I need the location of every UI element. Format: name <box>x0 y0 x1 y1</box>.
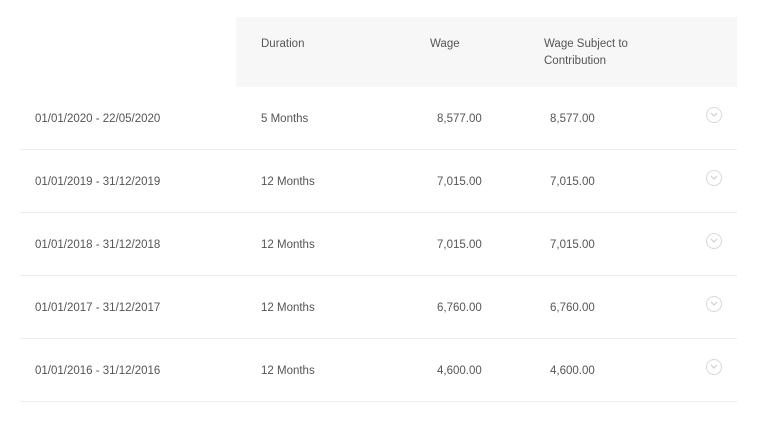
period-cell: 01/01/2020 - 22/05/2020 <box>35 113 161 125</box>
wage-cell: 8,577.00 <box>437 113 482 125</box>
duration-cell: 12 Months <box>261 365 315 377</box>
header-duration: Duration <box>261 38 305 50</box>
wage-subject-cell: 6,760.00 <box>550 302 595 314</box>
table-row: 01/01/2016 - 31/12/2016 12 Months 4,600.… <box>20 339 737 402</box>
wage-cell: 4,600.00 <box>437 365 482 377</box>
wage-subject-cell: 7,015.00 <box>550 176 595 188</box>
chevron-down-icon[interactable] <box>706 296 722 312</box>
wage-cell: 7,015.00 <box>437 176 482 188</box>
table-row: 01/01/2018 - 31/12/2018 12 Months 7,015.… <box>20 213 737 276</box>
period-cell: 01/01/2017 - 31/12/2017 <box>35 302 161 314</box>
header-wage: Wage <box>430 38 460 50</box>
table-row: 01/01/2017 - 31/12/2017 12 Months 6,760.… <box>20 276 737 339</box>
chevron-down-icon[interactable] <box>706 233 722 249</box>
duration-cell: 5 Months <box>261 113 309 125</box>
chevron-down-icon[interactable] <box>706 107 722 123</box>
table-row: 01/01/2020 - 22/05/2020 5 Months 8,577.0… <box>20 87 737 150</box>
chevron-down-icon[interactable] <box>706 359 722 375</box>
wage-subject-cell: 7,015.00 <box>550 239 595 251</box>
duration-cell: 12 Months <box>261 176 315 188</box>
table-header <box>236 17 737 87</box>
wage-subject-cell: 4,600.00 <box>550 365 595 377</box>
period-cell: 01/01/2019 - 31/12/2019 <box>35 176 161 188</box>
wage-cell: 7,015.00 <box>437 239 482 251</box>
table-row: 01/01/2019 - 31/12/2019 12 Months 7,015.… <box>20 150 737 213</box>
period-cell: 01/01/2018 - 31/12/2018 <box>35 239 161 251</box>
period-cell: 01/01/2016 - 31/12/2016 <box>35 365 161 377</box>
wage-subject-cell: 8,577.00 <box>550 113 595 125</box>
duration-cell: 12 Months <box>261 239 315 251</box>
wage-cell: 6,760.00 <box>437 302 482 314</box>
duration-cell: 12 Months <box>261 302 315 314</box>
header-wage-subject-to-contribution: Wage Subject to Contribution <box>544 38 628 67</box>
chevron-down-icon[interactable] <box>706 170 722 186</box>
